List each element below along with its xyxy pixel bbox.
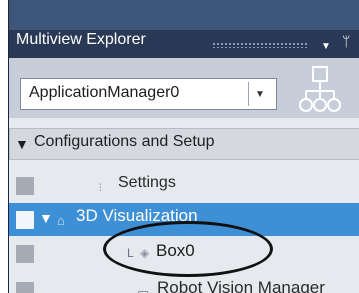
item-checkbox[interactable] [16, 245, 34, 263]
robot-vision-icon: ▭ [137, 285, 150, 293]
tree-item-label: Robot Vision Manager [157, 278, 325, 293]
tree-item-settings[interactable]: ⫶ Settings [9, 169, 359, 203]
item-checkbox[interactable] [16, 211, 34, 229]
item-checkbox[interactable] [16, 177, 34, 195]
panel-menu-dropdown-icon[interactable]: ▼ [321, 41, 331, 52]
expand-toggle-icon[interactable]: ▼ [39, 210, 53, 226]
tree-item-label: Settings [118, 174, 176, 191]
section-label: Configurations and Setup [34, 133, 215, 150]
box-outline-icon: ⌂ [57, 213, 65, 228]
panel-drag-grip[interactable] [212, 42, 307, 48]
panel-title: Multiview Explorer [16, 31, 146, 48]
chevron-down-icon[interactable]: ▼ [248, 82, 271, 106]
panel-top-strip [9, 0, 359, 30]
application-select[interactable]: ApplicationManager0 ▼ [20, 78, 277, 110]
section-configurations-and-setup[interactable]: ▼ Configurations and Setup [9, 128, 359, 160]
item-checkbox[interactable] [16, 282, 34, 293]
application-select-value: ApplicationManager0 [29, 84, 180, 101]
expand-toggle-icon[interactable]: ▼ [15, 136, 29, 152]
pin-icon[interactable]: ᛘ [342, 33, 350, 49]
settings-icon: ⫶ [99, 183, 102, 194]
highlight-oval-annotation [103, 221, 273, 277]
hierarchy-icon[interactable] [298, 65, 342, 117]
